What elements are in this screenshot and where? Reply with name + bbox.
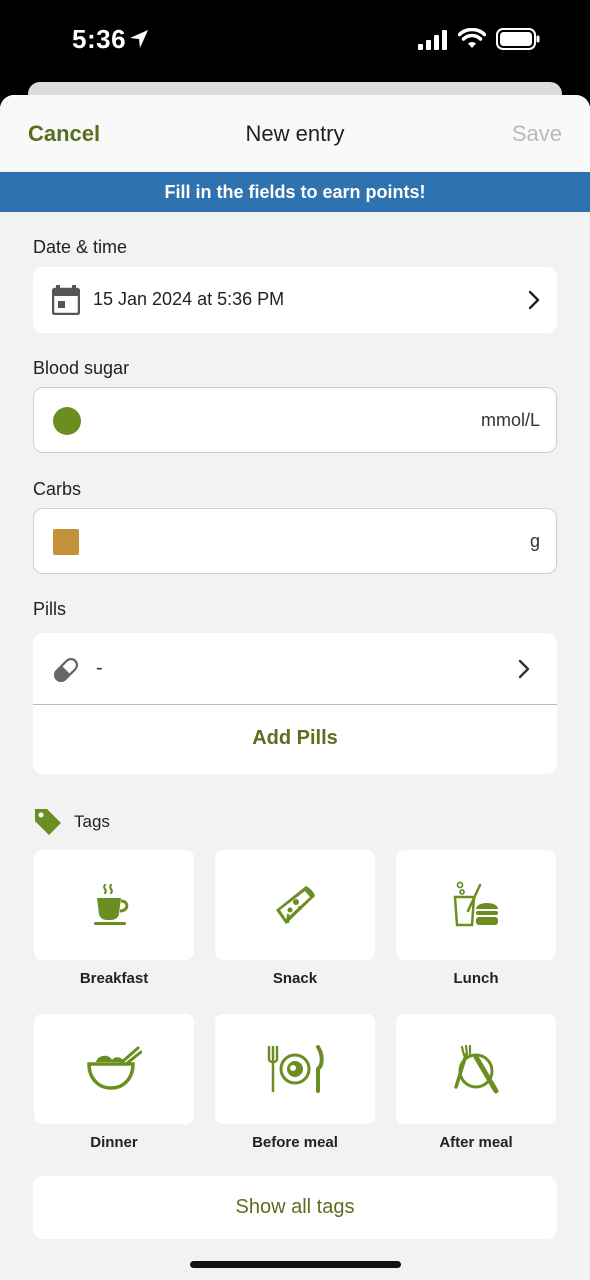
date-time-label: Date & time — [33, 237, 128, 257]
date-time-value: 15 Jan 2024 at 5:36 PM — [93, 289, 285, 309]
save-button[interactable]: Save — [512, 121, 562, 147]
points-banner: Fill in the fields to earn points! — [0, 172, 590, 212]
calendar-icon — [52, 285, 80, 315]
wifi-icon — [458, 28, 486, 48]
tags-label: Tags — [74, 812, 110, 831]
location-arrow-icon — [130, 30, 148, 48]
status-bar: 5:36 — [0, 0, 590, 82]
new-entry-sheet: Cancel New entry Save Fill in the fields… — [0, 95, 590, 1280]
tag-tile[interactable] — [34, 1014, 194, 1124]
burger-drink-icon — [453, 881, 498, 927]
tag-tile[interactable] — [396, 850, 556, 960]
carbs-field[interactable]: g — [33, 508, 557, 574]
bowl-icon — [87, 1046, 142, 1090]
show-all-tags-button[interactable]: Show all tags — [33, 1176, 557, 1239]
carbs-square-icon — [53, 529, 79, 555]
chevron-right-icon — [518, 659, 530, 679]
status-time: 5:36 — [72, 24, 127, 54]
carbs-unit: g — [529, 531, 540, 551]
tag-label: Snack — [272, 970, 318, 987]
empty-plate-icon — [454, 1044, 499, 1094]
chevron-right-icon — [528, 290, 540, 310]
home-indicator — [190, 1261, 401, 1268]
page-title: New entry — [245, 121, 345, 146]
pills-value: - — [96, 657, 103, 679]
pills-row[interactable]: - — [33, 633, 557, 705]
add-pills-button[interactable]: Add Pills — [33, 705, 557, 774]
tag-label: Dinner — [90, 1134, 138, 1151]
battery-icon — [496, 28, 540, 50]
blood-sugar-unit: mmol/L — [480, 410, 540, 430]
pill-icon — [53, 657, 79, 683]
cellular-signal-icon — [418, 30, 447, 50]
tag-label: After meal — [439, 1134, 513, 1151]
nav-bar: Cancel New entry Save — [0, 95, 590, 171]
tag-label: Breakfast — [79, 970, 149, 987]
tag-tile[interactable] — [396, 1014, 556, 1124]
date-time-row[interactable]: 15 Jan 2024 at 5:36 PM — [33, 267, 557, 333]
tag-tile[interactable] — [34, 850, 194, 960]
tag-tile[interactable] — [215, 850, 375, 960]
tag-label: Before meal — [252, 1134, 338, 1151]
pizza-slice-icon — [276, 886, 315, 924]
tag-label: Lunch — [453, 970, 499, 987]
carbs-label: Carbs — [33, 479, 82, 499]
tag-icon — [35, 809, 61, 835]
coffee-cup-icon — [94, 883, 129, 925]
plate-cutlery-icon — [267, 1045, 324, 1093]
pills-card: - Add Pills — [33, 633, 557, 774]
blood-sugar-field[interactable]: mmol/L — [33, 387, 557, 453]
tag-tile[interactable] — [215, 1014, 375, 1124]
pills-label: Pills — [33, 599, 67, 619]
blood-sugar-label: Blood sugar — [33, 358, 130, 378]
blood-sugar-dot-icon — [53, 407, 81, 435]
